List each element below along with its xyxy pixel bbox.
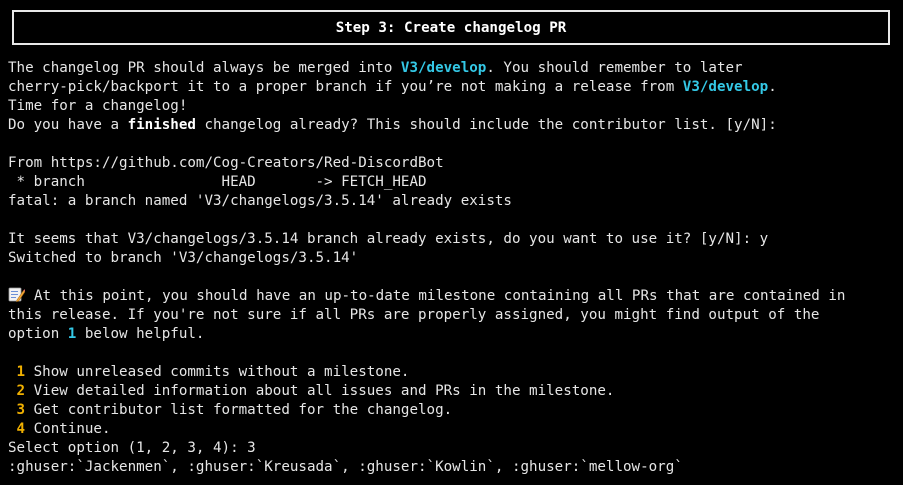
option-label: View detailed information about all issu…	[33, 383, 615, 399]
milestone-note-text: At this point, you should have an up-to-…	[34, 288, 846, 304]
contributor-list-output: :ghuser:`Jackenmen`, :ghuser:`Kreusada`,…	[8, 459, 683, 475]
milestone-note-line-2: this release. If you're not sure if all …	[8, 307, 820, 323]
terminal-output: The changelog PR should always be merged…	[8, 59, 898, 477]
existing-branch-prompt: It seems that V3/changelogs/3.5.14 branc…	[8, 231, 769, 247]
branch-name-highlight: V3/develop	[682, 79, 769, 95]
intro-line-1: The changelog PR should always be merged…	[8, 59, 898, 78]
menu-option-3: 3 Get contributor list formatted for the…	[8, 401, 898, 420]
milestone-note-line-3: option 1 below helpful.	[8, 325, 898, 344]
option-number: 2	[16, 383, 26, 399]
intro-line-3: Time for a changelog!	[8, 98, 188, 114]
step-title: Step 3: Create changelog PR	[335, 19, 567, 36]
prompt-text: changelog already? This should include t…	[195, 117, 777, 133]
option-label: Get contributor list formatted for the c…	[33, 402, 453, 418]
git-fatal-line: fatal: a branch named 'V3/changelogs/3.5…	[8, 193, 512, 209]
milestone-note-text: below helpful.	[76, 326, 205, 342]
intro-text: .	[768, 79, 777, 95]
option-label: Show unreleased commits without a milest…	[33, 364, 410, 380]
option-number: 3	[16, 402, 26, 418]
option-number: 4	[16, 421, 26, 437]
menu-option-2: 2 View detailed information about all is…	[8, 382, 898, 401]
changelog-finished-prompt: Do you have a finished changelog already…	[8, 116, 898, 135]
menu-option-1: 1 Show unreleased commits without a mile…	[8, 363, 898, 382]
intro-text: The changelog PR should always be merged…	[8, 60, 401, 76]
git-branch-line: * branch HEAD -> FETCH_HEAD	[8, 174, 427, 190]
git-from-line: From https://github.com/Cog-Creators/Red…	[8, 155, 444, 171]
switched-branch-line: Switched to branch 'V3/changelogs/3.5.14…	[8, 250, 359, 266]
milestone-note-text: option	[8, 326, 68, 342]
intro-text: cherry-pick/backport it to a proper bran…	[8, 79, 683, 95]
intro-text: . You should remember to later	[486, 60, 743, 76]
milestone-note-line-1: At this point, you should have an up-to-…	[8, 287, 898, 306]
option-number: 1	[16, 364, 26, 380]
prompt-text: Do you have a	[8, 117, 128, 133]
memo-icon	[8, 287, 25, 302]
step-header-box: Step 3: Create changelog PR	[12, 10, 890, 45]
intro-line-2: cherry-pick/backport it to a proper bran…	[8, 78, 898, 97]
branch-name-highlight: V3/develop	[400, 60, 487, 76]
finished-emphasis: finished	[127, 117, 196, 133]
select-option-prompt[interactable]: Select option (1, 2, 3, 4): 3	[8, 439, 898, 458]
option-label: Continue.	[33, 421, 111, 437]
menu-option-4: 4 Continue.	[8, 420, 898, 439]
